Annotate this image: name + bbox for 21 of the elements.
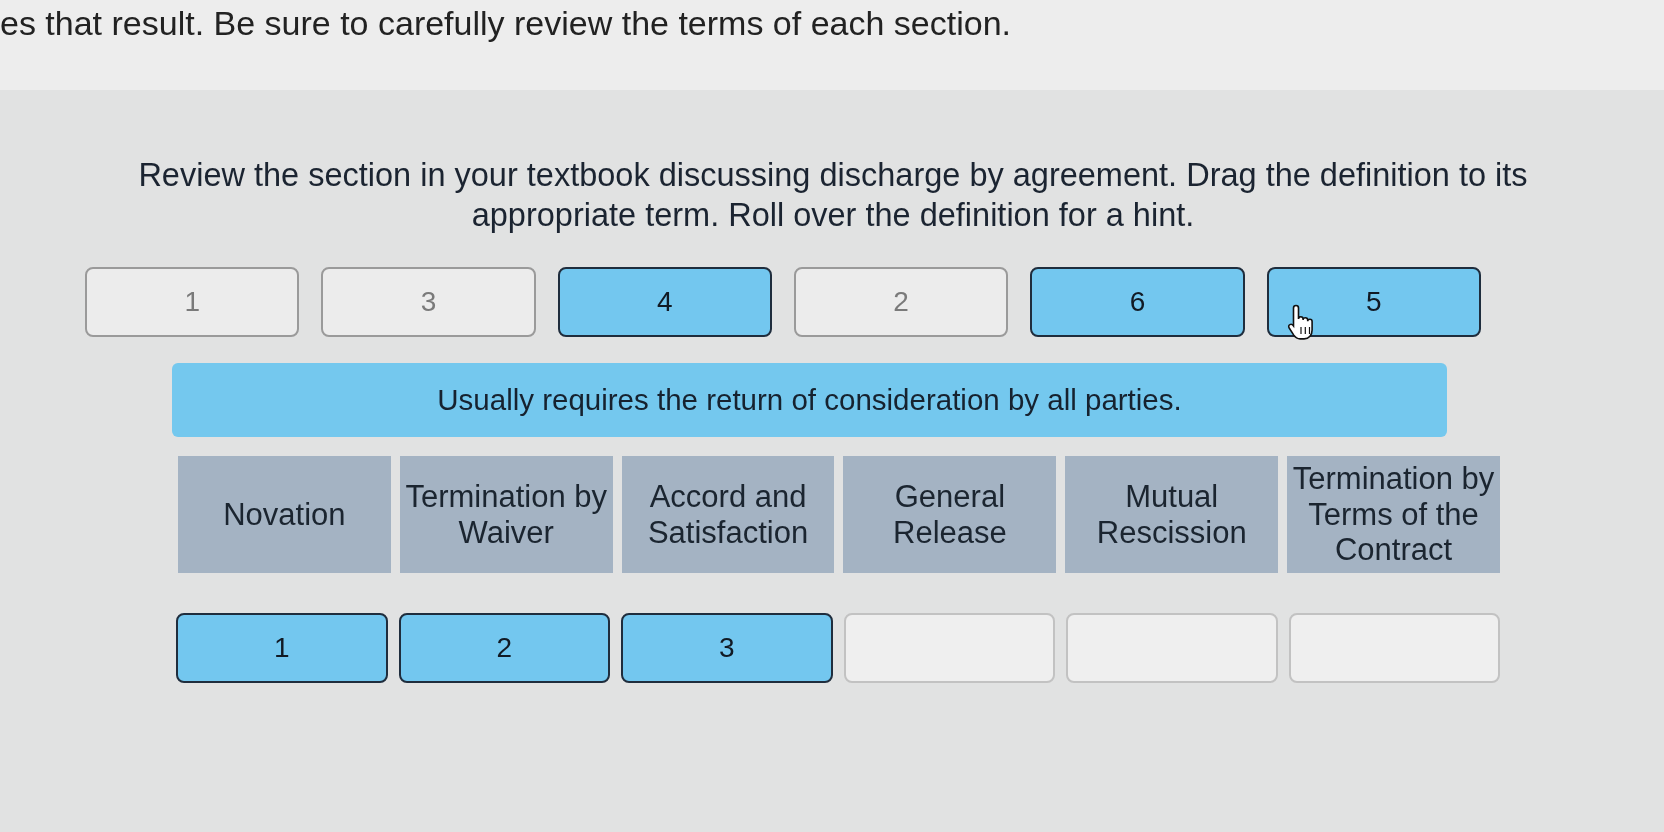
term-cell: Accord and Satisfaction [621,456,835,573]
placed-definition-tile[interactable]: 1 [176,613,388,683]
term-cell: Novation [178,456,391,573]
placed-definition-tile[interactable]: 3 [621,613,833,683]
definition-tile[interactable]: 6 [1030,267,1245,337]
definition-tile[interactable]: 1 [85,267,300,337]
drop-slot[interactable] [843,613,1055,683]
instructions-text: Review the section in your textbook discussing discharge by agreement. Drag the definition to its appropriate term. Roll over the definition for a hint. [137,156,1529,235]
drop-slot[interactable] [1066,613,1278,683]
term-cell: Termination by Terms of the Contract [1287,456,1500,573]
placed-definition-tile[interactable]: 2 [398,613,610,683]
drop-slot[interactable] [1288,613,1500,683]
hint-bar: Usually requires the return of consideration by all parties. [172,363,1447,437]
definition-tile[interactable]: 5 [1266,267,1481,337]
term-cell: Termination by Waiver [399,456,613,573]
definition-tile[interactable]: 3 [321,267,536,337]
term-cell: Mutual Rescission [1065,456,1279,573]
definition-tile[interactable]: 2 [794,267,1009,337]
definition-tile[interactable]: 4 [557,267,772,337]
instruction-text: es that result. Be sure to carefully review the terms of each section. [0,3,1012,44]
term-cell: General Release [843,456,1057,573]
